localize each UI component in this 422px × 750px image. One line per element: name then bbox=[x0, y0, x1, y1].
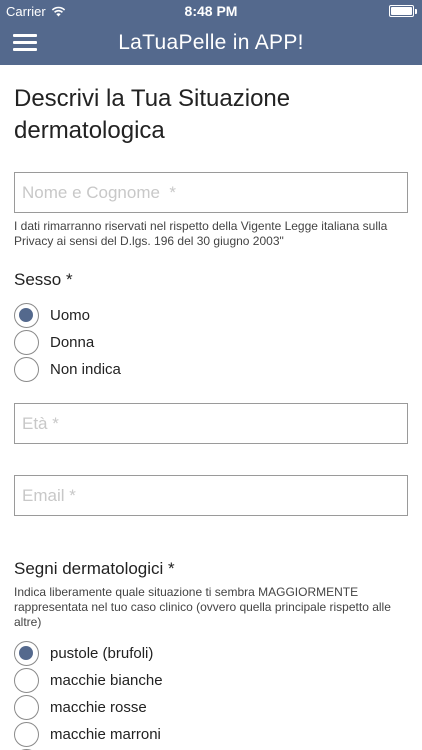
signs-radio-group: pustole (brufoli) macchie bianche macchi… bbox=[14, 640, 408, 750]
radio-label: Uomo bbox=[50, 307, 91, 324]
radio-option-non-indica[interactable]: Non indica bbox=[14, 356, 408, 383]
signs-label: Segni dermatologici * bbox=[14, 559, 175, 578]
radio-option-pustole[interactable]: pustole (brufoli) bbox=[14, 640, 408, 667]
radio-button[interactable] bbox=[14, 668, 39, 693]
age-input[interactable] bbox=[14, 403, 408, 444]
radio-option-macchie-marroni[interactable]: macchie marroni bbox=[14, 721, 408, 748]
radio-button[interactable] bbox=[14, 330, 39, 355]
nav-title: LaTuaPelle in APP! bbox=[118, 31, 304, 54]
nav-bar: LaTuaPelle in APP! bbox=[0, 22, 422, 65]
status-time: 8:48 PM bbox=[184, 3, 238, 19]
radio-button[interactable] bbox=[14, 695, 39, 720]
signs-description: Indica liberamente quale situazione ti s… bbox=[14, 585, 391, 629]
battery-icon bbox=[389, 5, 417, 17]
radio-label: pustole (brufoli) bbox=[50, 645, 154, 662]
privacy-note: I dati rimarranno riservati nel rispetto… bbox=[14, 219, 388, 248]
radio-option-donna[interactable]: Donna bbox=[14, 329, 408, 356]
name-input[interactable] bbox=[14, 172, 408, 213]
radio-label: macchie rosse bbox=[50, 699, 147, 716]
radio-option-macchie-rosse[interactable]: macchie rosse bbox=[14, 694, 408, 721]
radio-button-checked[interactable] bbox=[14, 303, 39, 328]
top-bar: Carrier 8:48 PM LaTuaPelle in APP! bbox=[0, 0, 422, 65]
radio-button[interactable] bbox=[14, 722, 39, 747]
radio-button[interactable] bbox=[14, 357, 39, 382]
radio-option-uomo[interactable]: Uomo bbox=[14, 302, 408, 329]
status-bar: Carrier 8:48 PM bbox=[0, 0, 422, 22]
radio-label: Donna bbox=[50, 334, 95, 351]
radio-label: Non indica bbox=[50, 361, 121, 378]
sex-label: Sesso * bbox=[14, 270, 73, 289]
radio-label: macchie marroni bbox=[50, 726, 161, 743]
email-input[interactable] bbox=[14, 475, 408, 516]
sex-radio-group: Uomo Donna Non indica bbox=[14, 302, 408, 383]
radio-label: macchie bianche bbox=[50, 672, 163, 689]
form-content: Descrivi la Tua Situazione dermatologica… bbox=[14, 65, 408, 750]
page-title: Descrivi la Tua Situazione dermatologica bbox=[14, 85, 291, 144]
radio-button-checked[interactable] bbox=[14, 641, 39, 666]
radio-option-macchie-bianche[interactable]: macchie bianche bbox=[14, 667, 408, 694]
